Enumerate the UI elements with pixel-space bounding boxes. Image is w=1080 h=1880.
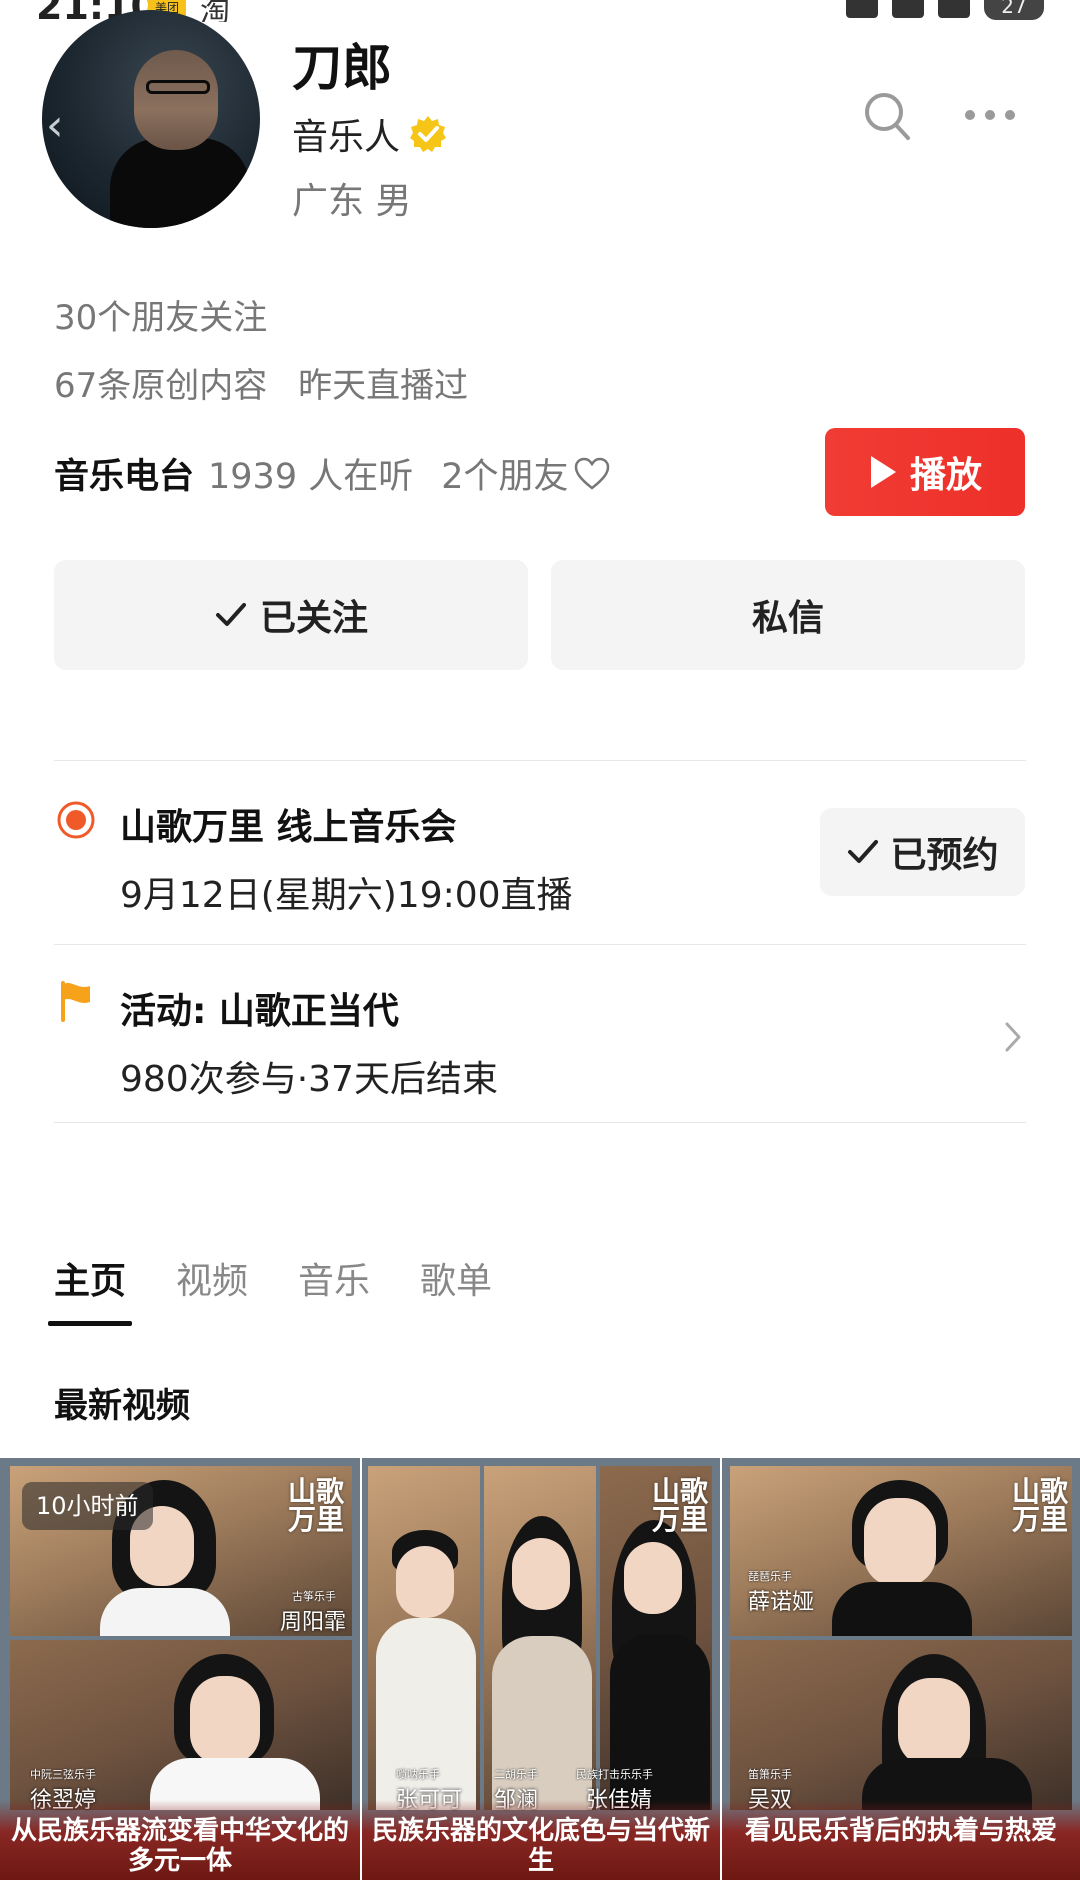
latest-videos-title: 最新视频 — [54, 1386, 190, 1426]
video-caption: 民族乐器的文化底色与当代新生 — [371, 1816, 710, 1874]
followed-button[interactable]: 已关注 — [54, 560, 528, 670]
video-card[interactable]: 山歌万里 古筝乐手 周阳霏 中阮三弦乐手 徐翌婷 从民族乐器流变看中华文化的多元… — [0, 1458, 360, 1880]
check-icon — [215, 603, 246, 626]
video-card[interactable]: 山歌万里 琵琶乐手 薛诺娅 笛箫乐手 吴双 看见民乐背后的执着与热爱 — [722, 1458, 1080, 1880]
live-event-icon — [57, 801, 95, 839]
activity-title[interactable]: 活动: 山歌正当代 — [120, 982, 399, 1034]
verified-badge-icon — [410, 116, 447, 152]
profile-location: 广东 男 — [292, 181, 412, 222]
video-caption: 从民族乐器流变看中华文化的多元一体 — [10, 1816, 349, 1874]
video-card[interactable]: 山歌万里 唢呐乐手 张可可 二胡乐手 邹澜 民族打击乐乐手 张佳婧 民族乐器的文… — [362, 1458, 720, 1880]
reserved-label: 已预约 — [890, 835, 999, 876]
reserved-button[interactable]: 已预约 — [820, 808, 1025, 896]
back-arrow-icon[interactable]: ‹ — [46, 100, 64, 151]
shange-wanli-logo: 山歌万里 — [651, 1475, 708, 1536]
avatar[interactable]: ‹ — [42, 10, 260, 228]
original-content-count[interactable]: 67条原创内容 — [54, 366, 267, 406]
performer-role: 琵琶乐手 — [748, 1570, 792, 1583]
followed-label: 已关注 — [259, 598, 368, 639]
radio-listeners: 1939 人在听 — [208, 457, 414, 497]
performer-role: 笛箫乐手 — [748, 1768, 792, 1781]
role-label: 音乐人 — [292, 117, 401, 158]
profile-name: 刀郎 — [292, 39, 392, 97]
more-icon[interactable] — [962, 100, 1018, 130]
play-label: 播放 — [909, 455, 982, 496]
activity-stats: 980次参与·37天后结束 — [120, 1059, 498, 1100]
message-button[interactable]: 私信 — [551, 560, 1025, 670]
check-icon — [848, 840, 879, 863]
event-title[interactable]: 山歌万里 线上音乐会 — [120, 798, 457, 850]
radio-friends-label: 2个朋友 — [441, 457, 569, 497]
flag-icon — [61, 981, 90, 1022]
search-icon[interactable] — [862, 88, 912, 144]
music-radio-row[interactable]: 音乐电台 1939 人在听 2个朋友 — [54, 448, 611, 499]
performer-role: 民族打击乐乐手 — [576, 1768, 653, 1781]
performer-name: 周阳霏 — [280, 1610, 347, 1635]
tab-home[interactable]: 主页 — [47, 1252, 133, 1326]
performer-role: 中阮三弦乐手 — [30, 1768, 96, 1781]
performer-role: 古筝乐手 — [292, 1590, 336, 1603]
tab-music[interactable]: 音乐 — [298, 1252, 370, 1326]
battery-icon: 27 — [984, 0, 1044, 20]
heart-icon — [574, 457, 609, 490]
profile-tabs: 主页 视频 音乐 歌单 — [47, 1252, 492, 1326]
divider — [54, 944, 1026, 945]
tab-playlists[interactable]: 歌单 — [420, 1252, 492, 1326]
play-icon — [870, 456, 896, 488]
divider — [54, 760, 1026, 761]
radio-friends: 2个朋友 — [441, 448, 610, 499]
chevron-right-icon[interactable] — [1002, 1020, 1024, 1054]
video-time-badge: 10小时前 — [22, 1482, 153, 1530]
radio-title: 音乐电台 — [54, 457, 195, 497]
friends-follow-count[interactable]: 30个朋友关注 — [54, 290, 267, 339]
mute-icon — [846, 0, 878, 18]
signal-icon — [938, 0, 970, 18]
message-label: 私信 — [751, 598, 824, 639]
wifi-icon — [892, 0, 924, 18]
status-icons: 27 — [846, 0, 1044, 20]
last-live-status: 昨天直播过 — [298, 366, 469, 406]
performer-role: 唢呐乐手 — [396, 1768, 440, 1781]
event-time: 9月12日(星期六)19:00直播 — [120, 875, 573, 916]
play-button[interactable]: 播放 — [825, 428, 1025, 516]
performer-role: 二胡乐手 — [494, 1768, 538, 1781]
divider — [54, 1122, 1026, 1123]
tab-videos[interactable]: 视频 — [176, 1252, 248, 1326]
shange-wanli-logo: 山歌万里 — [287, 1475, 344, 1536]
taobao-notification-icon: 淘 — [200, 0, 230, 22]
content-stats: 67条原创内容 昨天直播过 — [54, 358, 468, 407]
video-caption: 看见民乐背后的执着与热爱 — [744, 1816, 1057, 1846]
profile-role: 音乐人 — [292, 108, 448, 160]
shange-wanli-logo: 山歌万里 — [1011, 1475, 1068, 1536]
performer-name: 薛诺娅 — [748, 1590, 815, 1615]
